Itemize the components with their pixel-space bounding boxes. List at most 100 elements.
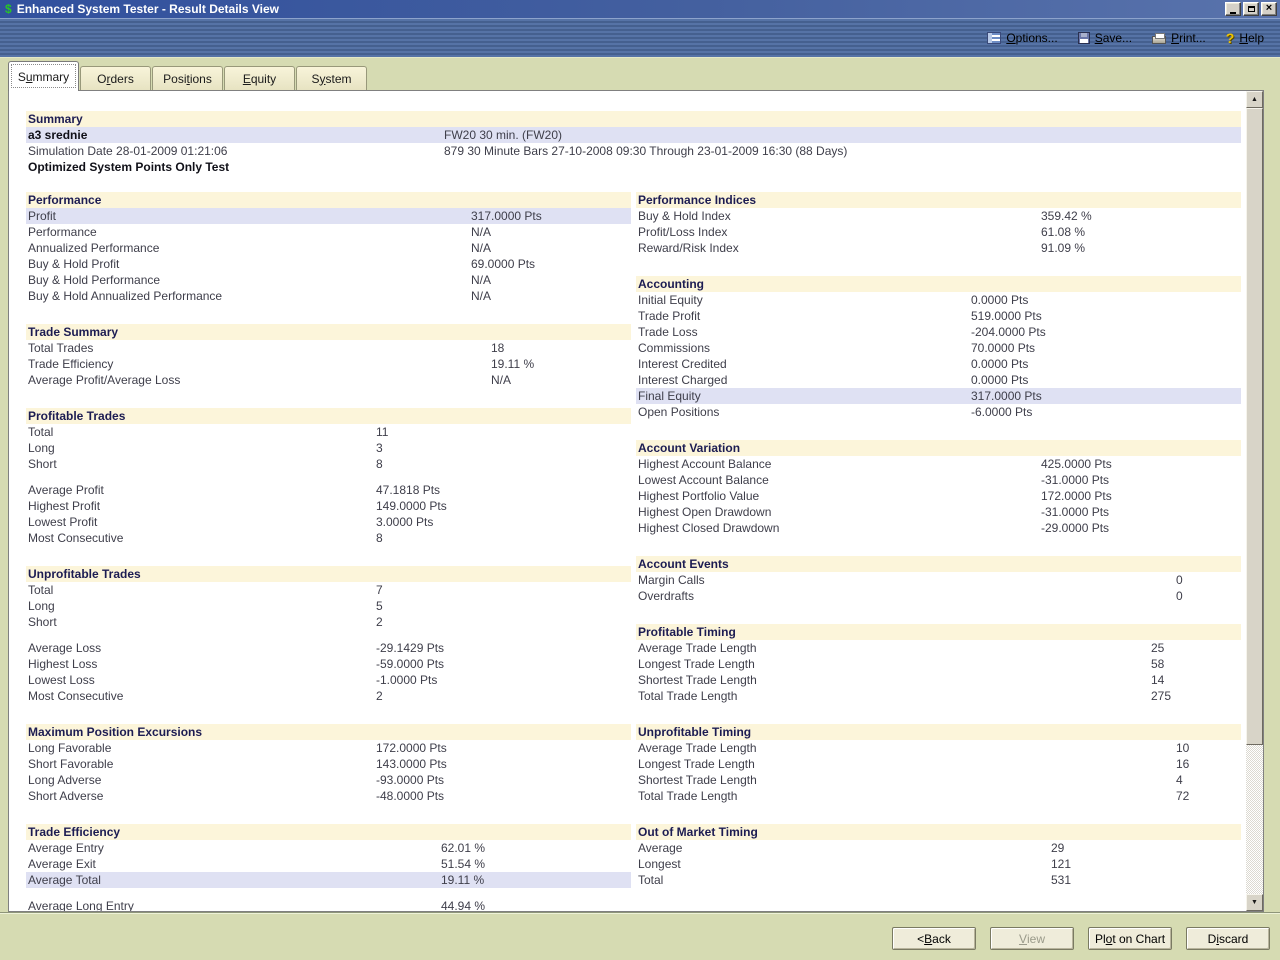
- dollar-icon: $: [5, 2, 12, 16]
- row-label: Annualized Performance: [28, 240, 159, 256]
- report-row: Buy & Hold Annualized PerformanceN/A: [26, 288, 631, 304]
- close-button[interactable]: ×: [1261, 2, 1277, 16]
- section-header-performance: Performance: [26, 192, 631, 208]
- minimize-button[interactable]: [1225, 2, 1241, 16]
- report-row: Total Trade Length 275: [636, 688, 1241, 704]
- toolbar-help-button[interactable]: ?Help: [1226, 31, 1264, 45]
- report-row: Long3: [26, 440, 631, 456]
- row-value: 69.0000 Pts: [471, 256, 535, 272]
- row-label: Highest Loss: [28, 656, 97, 672]
- row-label: Average: [638, 840, 682, 856]
- row-value: 62.01 %: [441, 840, 485, 856]
- row-value: -59.0000 Pts: [376, 656, 444, 672]
- tab-equity[interactable]: Equity: [224, 66, 295, 90]
- scroll-down-icon[interactable]: ▼: [1246, 894, 1263, 911]
- row-value: -31.0000 Pts: [1041, 472, 1109, 488]
- row-label: Simulation Date 28-01-2009 01:21:06: [28, 143, 227, 159]
- row-value: -6.0000 Pts: [971, 404, 1032, 420]
- row-label: Average Exit: [28, 856, 96, 872]
- row-value: 519.0000 Pts: [971, 308, 1042, 324]
- report-row: Average Total 19.11 %: [26, 872, 631, 888]
- row-value: N/A: [471, 288, 491, 304]
- tab-positions[interactable]: Positions: [152, 66, 223, 90]
- row-label: Most Consecutive: [28, 688, 123, 704]
- footer-bar: < Back View Plot on Chart Discard: [0, 912, 1280, 960]
- window-controls: ×: [1225, 2, 1277, 16]
- report-row: Buy & Hold Profit69.0000 Pts: [26, 256, 631, 272]
- toolbar-print-button[interactable]: Print...: [1152, 31, 1206, 45]
- row-label: Average Long Entry: [28, 898, 134, 912]
- toolbar-save-button[interactable]: Save...: [1078, 31, 1132, 45]
- report-row: Most Consecutive8: [26, 530, 631, 546]
- row-value: 91.09 %: [1041, 240, 1085, 256]
- row-value: 51.54 %: [441, 856, 485, 872]
- row-label: Total Trade Length: [638, 688, 737, 704]
- row-label: Reward/Risk Index: [638, 240, 739, 256]
- row-value: 0.0000 Pts: [971, 292, 1028, 308]
- tab-strip: SummaryOrdersPositionsEquitySystem: [0, 58, 1280, 90]
- row-label: Long Favorable: [28, 740, 111, 756]
- row-label: Most Consecutive: [28, 530, 123, 546]
- tab-summary[interactable]: Summary: [8, 61, 79, 91]
- scrollbar-thumb[interactable]: [1246, 108, 1263, 745]
- plot-button[interactable]: Plot on Chart: [1088, 927, 1172, 950]
- report-row: Annualized PerformanceN/A: [26, 240, 631, 256]
- report-row: Reward/Risk Index 91.09 %: [636, 240, 1241, 256]
- report-row: Optimized System Points Only Test: [26, 159, 1241, 175]
- row-label: Buy & Hold Index: [638, 208, 731, 224]
- report-row: Highest Loss -59.0000 Pts: [26, 656, 631, 672]
- window-titlebar: $ Enhanced System Tester - Result Detail…: [0, 0, 1280, 18]
- close-icon: ×: [1266, 3, 1272, 14]
- row-label: Lowest Loss: [28, 672, 95, 688]
- report-row: Long5: [26, 598, 631, 614]
- row-value: N/A: [471, 272, 491, 288]
- report-row: Average Entry62.01 %: [26, 840, 631, 856]
- row-value: 19.11 %: [441, 872, 484, 888]
- row-value: 29: [1051, 840, 1064, 856]
- discard-button[interactable]: Discard: [1186, 927, 1270, 950]
- row-value: 275: [1151, 688, 1171, 704]
- row-label: Shortest Trade Length: [638, 772, 757, 788]
- row-value: 7: [376, 582, 383, 598]
- report-row: Trade Loss-204.0000 Pts: [636, 324, 1241, 340]
- vertical-scrollbar[interactable]: ▲ ▼: [1246, 91, 1263, 911]
- report-row: Short2: [26, 614, 631, 630]
- restore-icon: [1248, 6, 1255, 12]
- report-row: Long Adverse-93.0000 Pts: [26, 772, 631, 788]
- row-value: 61.08 %: [1041, 224, 1085, 240]
- tab-system[interactable]: System: [296, 66, 367, 90]
- row-label: Total Trade Length: [638, 788, 737, 804]
- row-value: 14: [1151, 672, 1164, 688]
- tab-orders[interactable]: Orders: [80, 66, 151, 90]
- section-header-summary: Summary: [26, 111, 1241, 127]
- row-value: 317.0000 Pts: [971, 388, 1042, 404]
- row-label: Profit/Loss Index: [638, 224, 727, 240]
- report-row: Buy & Hold Index359.42 %: [636, 208, 1241, 224]
- row-label: Final Equity: [638, 388, 701, 404]
- row-value: 58: [1151, 656, 1164, 672]
- view-button[interactable]: View: [990, 927, 1074, 950]
- toolbar-options-button[interactable]: Options...: [987, 31, 1057, 45]
- toolbar-save-label: Save...: [1095, 31, 1132, 45]
- report-row: Margin Calls0: [636, 572, 1241, 588]
- row-label: Highest Closed Drawdown: [638, 520, 779, 536]
- row-value: 8: [376, 456, 383, 472]
- scroll-up-icon[interactable]: ▲: [1246, 91, 1263, 108]
- row-value: 0: [1176, 588, 1183, 604]
- back-button[interactable]: < Back: [892, 927, 976, 950]
- row-value: 172.0000 Pts: [1041, 488, 1112, 504]
- report-row: Short8: [26, 456, 631, 472]
- row-value: 172.0000 Pts: [376, 740, 447, 756]
- row-label: Long: [28, 440, 55, 456]
- row-value: 2: [376, 688, 383, 704]
- row-label: Average Total: [28, 872, 101, 888]
- row-label: Lowest Account Balance: [638, 472, 769, 488]
- section-header-trade-summary: Trade Summary: [26, 324, 631, 340]
- row-value: 11: [376, 424, 388, 440]
- report-row: Shortest Trade Length14: [636, 672, 1241, 688]
- report-row: Total Trades18: [26, 340, 631, 356]
- row-label: Interest Charged: [638, 372, 727, 388]
- report-row: Initial Equity0.0000 Pts: [636, 292, 1241, 308]
- restore-button[interactable]: [1243, 2, 1259, 16]
- row-label: Optimized System Points Only Test: [28, 159, 229, 175]
